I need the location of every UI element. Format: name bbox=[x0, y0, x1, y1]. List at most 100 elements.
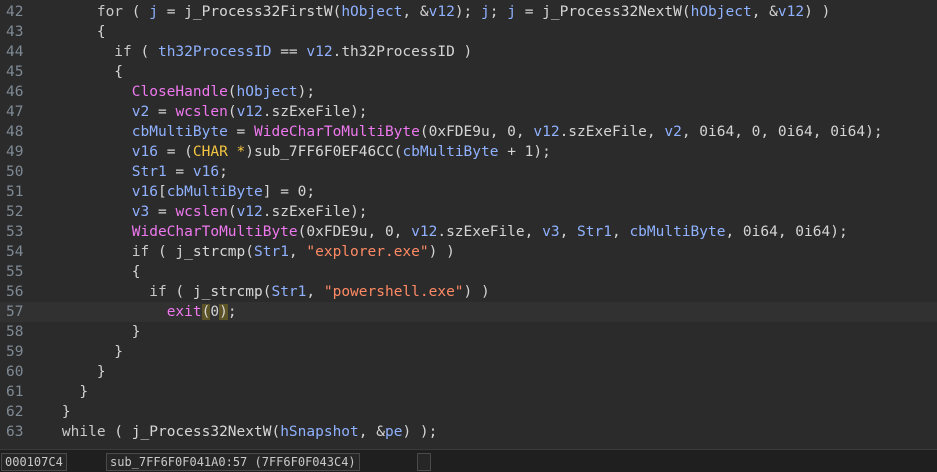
token-pn: ) ) bbox=[804, 4, 831, 20]
token-var: Str1 bbox=[131, 164, 167, 180]
token-pn: [ bbox=[157, 184, 167, 200]
code-text[interactable]: if ( th32ProcessID == v12.th32ProcessID … bbox=[27, 42, 472, 62]
token-pn: ; bbox=[227, 304, 237, 320]
code-text[interactable]: } bbox=[27, 342, 123, 362]
token-var: v12 bbox=[428, 4, 455, 20]
code-line-43[interactable]: 43 { bbox=[0, 22, 937, 42]
token-pn: ( bbox=[681, 4, 691, 20]
token-var: v12 bbox=[777, 4, 805, 20]
code-text[interactable]: } bbox=[27, 362, 106, 382]
code-text[interactable]: CloseHandle(hObject); bbox=[27, 82, 315, 102]
code-line-62[interactable]: 62 } bbox=[0, 402, 937, 422]
token-var: cbMultiByte bbox=[166, 184, 263, 200]
code-line-58[interactable]: 58 } bbox=[0, 322, 937, 342]
token-api: exit bbox=[166, 304, 202, 320]
token-pn: = bbox=[166, 164, 193, 180]
code-line-57[interactable]: 57 exit(0); bbox=[0, 302, 937, 322]
token-var: Str1 bbox=[271, 284, 307, 300]
token-str: "powershell.exe" bbox=[323, 284, 464, 300]
token-var: hObject bbox=[690, 4, 752, 20]
code-line-46[interactable]: 46 CloseHandle(hObject); bbox=[0, 82, 937, 102]
token-pn: ( bbox=[105, 424, 132, 440]
token-pn: ( bbox=[123, 4, 150, 20]
code-line-44[interactable]: 44 if ( th32ProcessID == v12.th32Process… bbox=[0, 42, 937, 62]
code-text[interactable]: WideCharToMultiByte(0xFDE9u, 0, v12.szEx… bbox=[27, 222, 848, 242]
token-pn: .th32ProcessID ) bbox=[332, 44, 473, 60]
code-line-54[interactable]: 54 if ( j_strcmp(Str1, "explorer.exe") ) bbox=[0, 242, 937, 262]
line-number: 62 bbox=[6, 404, 24, 420]
line-number: 56 bbox=[6, 284, 24, 300]
token-var: cbMultiByte bbox=[629, 224, 726, 240]
code-text[interactable]: while ( j_Process32NextW(hSnapshot, &pe)… bbox=[27, 422, 437, 442]
code-text[interactable]: Str1 = v16; bbox=[27, 162, 228, 182]
token-var: v12 bbox=[411, 224, 438, 240]
token-pn: .szExeFile); bbox=[262, 204, 368, 220]
code-line-63[interactable]: 63 while ( j_Process32NextW(hSnapshot, &… bbox=[0, 422, 937, 442]
code-text[interactable]: exit(0); bbox=[27, 302, 237, 322]
token-pn: ( bbox=[227, 104, 237, 120]
token-pn: (0xFDE9u, 0, bbox=[419, 124, 534, 140]
code-line-42[interactable]: 42 for ( j = j_Process32FirstW(hObject, … bbox=[0, 2, 937, 22]
code-text[interactable]: } bbox=[27, 322, 141, 342]
token-var: cbMultiByte bbox=[402, 144, 499, 160]
token-pn: , & bbox=[402, 4, 429, 20]
code-text[interactable]: v2 = wcslen(v12.szExeFile); bbox=[27, 102, 368, 122]
code-text[interactable]: for ( j = j_Process32FirstW(hObject, &v1… bbox=[27, 2, 830, 22]
code-line-56[interactable]: 56 if ( j_strcmp(Str1, "powershell.exe")… bbox=[0, 282, 937, 302]
code-text[interactable]: if ( j_strcmp(Str1, "explorer.exe") ) bbox=[27, 242, 455, 262]
token-fn: j_Process32NextW bbox=[131, 424, 272, 440]
token-str: "explorer.exe" bbox=[306, 244, 429, 260]
code-line-60[interactable]: 60 } bbox=[0, 362, 937, 382]
token-var: v16 bbox=[131, 184, 158, 200]
line-number: 42 bbox=[6, 4, 24, 20]
line-number: 54 bbox=[6, 244, 24, 260]
line-number: 58 bbox=[6, 324, 24, 340]
line-number: 43 bbox=[6, 24, 24, 40]
pseudocode-view[interactable]: 42 for ( j = j_Process32FirstW(hObject, … bbox=[0, 0, 937, 449]
code-text[interactable]: { bbox=[27, 262, 141, 282]
code-line-51[interactable]: 51 v16[cbMultiByte] = 0; bbox=[0, 182, 937, 202]
token-pn: ); bbox=[297, 84, 316, 100]
token-var: th32ProcessID bbox=[157, 44, 272, 60]
token-var: v12 bbox=[236, 104, 263, 120]
line-number: 50 bbox=[6, 164, 24, 180]
code-text[interactable]: v16[cbMultiByte] = 0; bbox=[27, 182, 315, 202]
code-text[interactable]: } bbox=[27, 382, 88, 402]
code-line-49[interactable]: 49 v16 = (CHAR *)sub_7FF6F0EF46CC(cbMult… bbox=[0, 142, 937, 162]
token-var: Str1 bbox=[577, 224, 612, 240]
code-line-47[interactable]: 47 v2 = wcslen(v12.szExeFile); bbox=[0, 102, 937, 122]
code-line-48[interactable]: 48 cbMultiByte = WideCharToMultiByte(0xF… bbox=[0, 122, 937, 142]
token-var: j bbox=[149, 4, 158, 20]
offset-indicator: 000107C4 bbox=[1, 453, 67, 471]
token-var: v12 bbox=[533, 124, 560, 140]
code-line-52[interactable]: 52 v3 = wcslen(v12.szExeFile); bbox=[0, 202, 937, 222]
token-pn: ( bbox=[227, 204, 237, 220]
token-pn: ) ) bbox=[463, 284, 490, 300]
token-var: hObject bbox=[341, 4, 403, 20]
line-number: 53 bbox=[6, 224, 24, 240]
token-kw: if bbox=[27, 44, 132, 60]
code-text[interactable]: v16 = (CHAR *)sub_7FF6F0EF46CC(cbMultiBy… bbox=[27, 142, 551, 162]
code-line-61[interactable]: 61 } bbox=[0, 382, 937, 402]
code-text[interactable]: { bbox=[27, 62, 123, 82]
line-number: 44 bbox=[6, 44, 24, 60]
code-text[interactable]: if ( j_strcmp(Str1, "powershell.exe") ) bbox=[27, 282, 490, 302]
code-line-45[interactable]: 45 { bbox=[0, 62, 937, 82]
token-kw: while bbox=[27, 424, 106, 440]
token-pn: == bbox=[271, 44, 307, 60]
code-line-50[interactable]: 50 Str1 = v16; bbox=[0, 162, 937, 182]
code-text[interactable]: { bbox=[27, 22, 106, 42]
token-pn: , bbox=[559, 224, 578, 240]
code-line-59[interactable]: 59 } bbox=[0, 342, 937, 362]
code-text[interactable]: v3 = wcslen(v12.szExeFile); bbox=[27, 202, 368, 222]
token-var: v3 bbox=[542, 224, 560, 240]
token-fn: j_Process32NextW bbox=[542, 4, 682, 20]
token-fn: j_strcmp bbox=[175, 244, 246, 260]
code-line-53[interactable]: 53 WideCharToMultiByte(0xFDE9u, 0, v12.s… bbox=[0, 222, 937, 242]
code-text[interactable]: cbMultiByte = WideCharToMultiByte(0xFDE9… bbox=[27, 122, 883, 142]
code-line-55[interactable]: 55 { bbox=[0, 262, 937, 282]
token-var: j bbox=[481, 4, 490, 20]
token-pn: , bbox=[306, 284, 324, 300]
token-pn: ) bbox=[245, 144, 255, 160]
code-text[interactable]: } bbox=[27, 402, 71, 422]
